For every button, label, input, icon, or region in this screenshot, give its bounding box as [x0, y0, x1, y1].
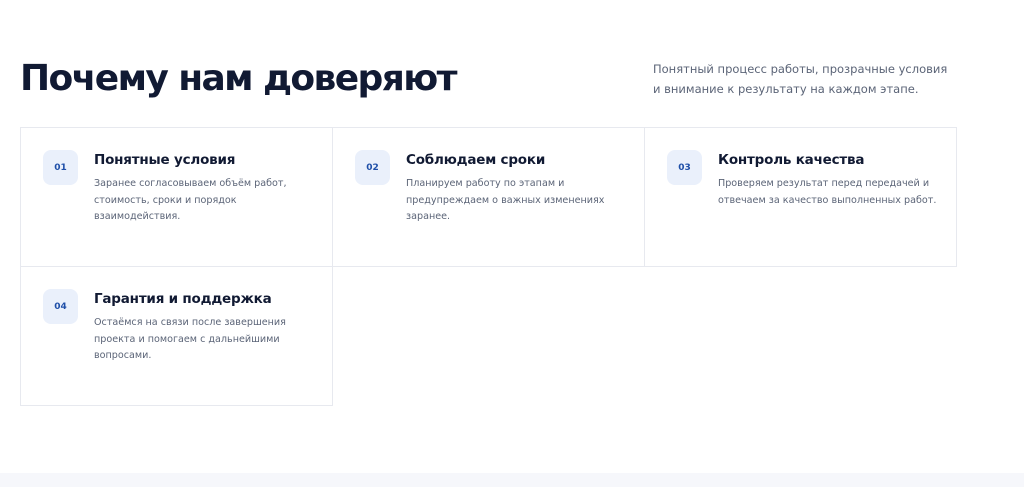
- section-title: Почему нам доверяют: [20, 58, 458, 99]
- card-title: Контроль качества: [718, 152, 865, 168]
- feature-card-clear-terms: 01 Понятные условия Заранее согласовывае…: [20, 127, 333, 267]
- feature-card-quality-control: 03 Контроль качества Проверяем результат…: [644, 127, 957, 267]
- section-subtitle: Понятный процесс работы, прозрачные усло…: [653, 62, 948, 96]
- card-title: Соблюдаем сроки: [406, 152, 546, 168]
- card-title: Понятные условия: [94, 152, 236, 168]
- next-section-strip: [0, 473, 1024, 487]
- trust-section: Почему нам доверяют Понятный процесс раб…: [0, 0, 1024, 487]
- card-description: Проверяем результат перед передачей и от…: [718, 178, 937, 206]
- number-badge: 04: [43, 289, 78, 324]
- card-description: Планируем работу по этапам и предупрежда…: [406, 178, 605, 222]
- feature-card-guarantee: 04 Гарантия и поддержка Остаёмся на связ…: [20, 266, 333, 406]
- feature-card-deadlines: 02 Соблюдаем сроки Планируем работу по э…: [332, 127, 645, 267]
- number-badge: 02: [355, 150, 390, 185]
- card-title: Гарантия и поддержка: [94, 291, 272, 307]
- card-description: Заранее согласовываем объём работ, стоим…: [94, 178, 287, 222]
- card-description: Остаёмся на связи после завершения проек…: [94, 317, 286, 361]
- features-grid: 01 Понятные условия Заранее согласовывае…: [20, 127, 958, 407]
- number-badge: 01: [43, 150, 78, 185]
- number-badge: 03: [667, 150, 702, 185]
